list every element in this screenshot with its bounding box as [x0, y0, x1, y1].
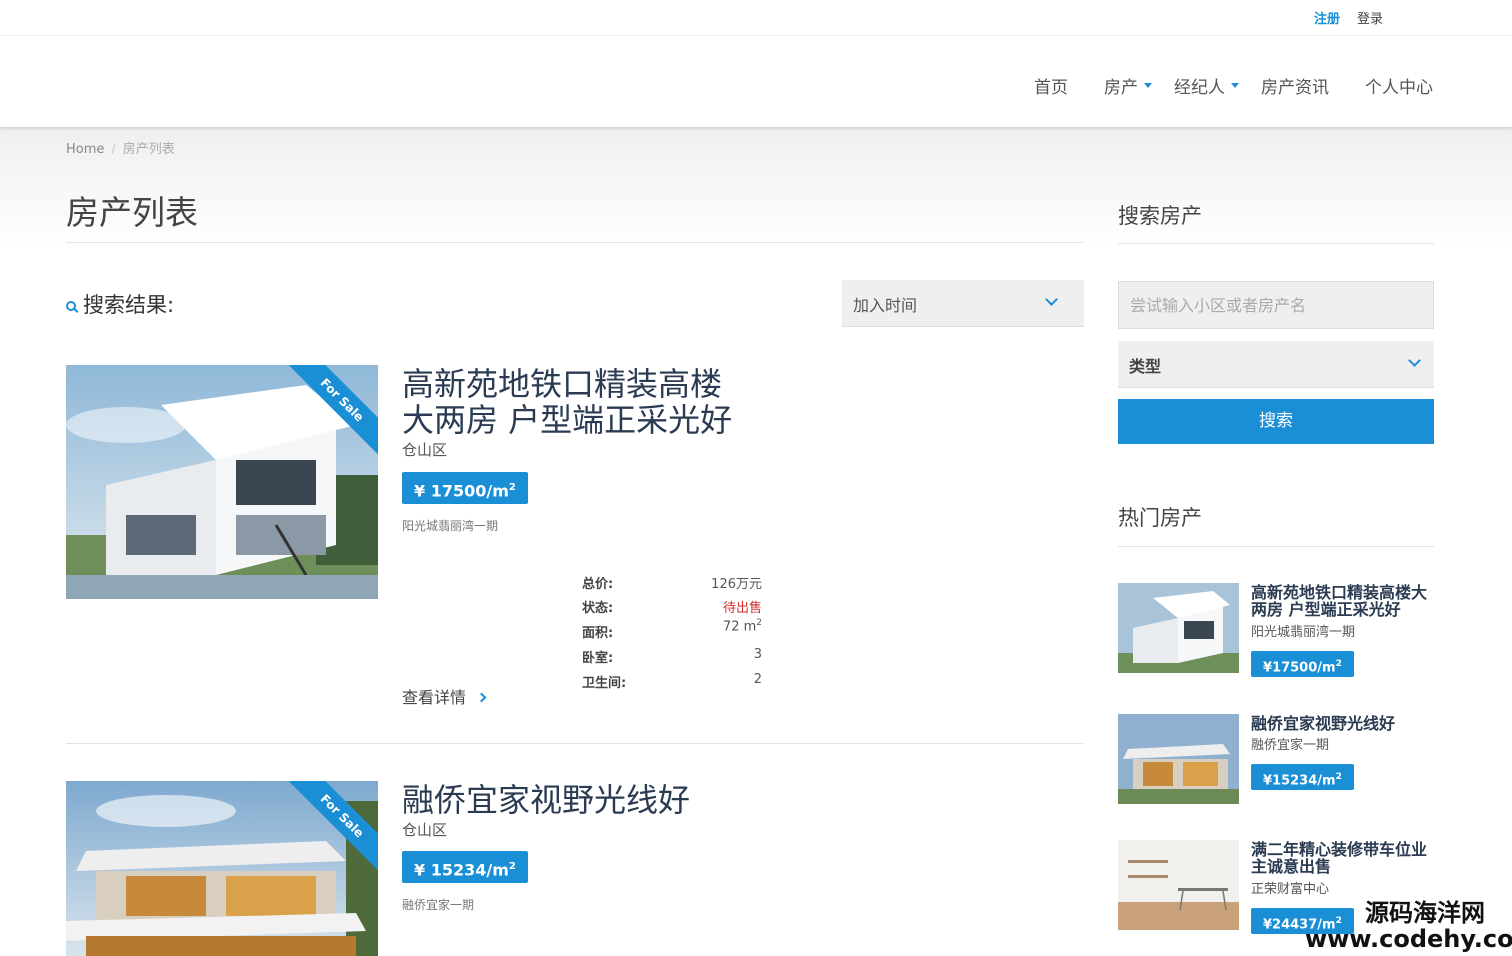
- house-thumbnail: [1118, 714, 1239, 804]
- hot-property-title[interactable]: 高新苑地铁口精装高楼大两房 户型端正采光好: [1251, 584, 1431, 618]
- listing-title-line2: 大两房 户型端正采光好: [402, 401, 733, 439]
- hot-price-badge: ¥15234/m2: [1251, 764, 1354, 790]
- spec-value-total: 126万元: [711, 577, 762, 592]
- spec-value-bedrooms: 3: [753, 647, 762, 662]
- nav-user-center[interactable]: 个人中心: [1365, 73, 1433, 98]
- property-search-input[interactable]: [1119, 282, 1433, 328]
- divider: [1118, 546, 1434, 547]
- register-link[interactable]: 注册: [1314, 8, 1340, 27]
- nav-agent[interactable]: 经纪人: [1174, 73, 1239, 98]
- spec-label-bathrooms: 卫生间:: [582, 676, 627, 691]
- interior-thumbnail: [1118, 840, 1239, 930]
- spec-value-area: 72 m2: [723, 618, 762, 634]
- listing-title[interactable]: 融侨宜家视野光线好: [402, 782, 690, 818]
- hot-price-sup: 2: [1335, 659, 1342, 669]
- listing-title-line1: 高新苑地铁口精装高楼: [402, 365, 723, 403]
- spec-value-area-text: 72 m: [722, 619, 757, 635]
- search-icon: [66, 301, 76, 311]
- search-button[interactable]: 搜索: [1118, 399, 1434, 444]
- view-details-link[interactable]: 查看详情: [402, 684, 487, 708]
- price-badge: ¥ 15234/m2: [402, 851, 528, 883]
- divider: [66, 743, 1083, 744]
- hot-property-title[interactable]: 融侨宜家视野光线好: [1251, 715, 1431, 732]
- spec-value-area-sup: 2: [756, 618, 762, 628]
- spec-label-area: 面积:: [582, 626, 614, 641]
- site-watermark: 源码海洋网 www.codehy.com: [1305, 899, 1512, 952]
- hot-property-community: 正荣财富中心: [1251, 882, 1330, 897]
- spec-label-total: 总价:: [582, 577, 614, 592]
- sort-select-value: 加入时间: [853, 296, 918, 315]
- chevron-right-icon: [476, 692, 487, 703]
- main-nav: 首页 房产 经纪人 房产资讯 个人中心: [0, 37, 1512, 127]
- chevron-down-icon: [1045, 293, 1058, 306]
- hot-property-thumbnail[interactable]: [1118, 714, 1239, 804]
- price-badge: ¥ 17500/m2: [402, 472, 528, 504]
- price-value: ¥ 17500/m: [414, 481, 509, 501]
- hot-price-value: ¥17500/m: [1263, 660, 1336, 676]
- listing-district: 仓山区: [402, 821, 448, 839]
- hot-property-community: 融侨宜家一期: [1251, 738, 1330, 753]
- property-search-field[interactable]: [1118, 281, 1434, 329]
- breadcrumb-home[interactable]: Home: [66, 142, 104, 157]
- results-heading-label: 搜索结果:: [83, 293, 175, 317]
- spec-value-bathrooms: 2: [753, 672, 762, 687]
- type-select-label: 类型: [1129, 357, 1162, 376]
- hot-property-thumbnail[interactable]: [1118, 583, 1239, 673]
- listing-image[interactable]: For Sale: [66, 781, 378, 956]
- listing-community: 融侨宜家一期: [402, 898, 475, 912]
- spec-label-bedrooms: 卧室:: [582, 651, 614, 666]
- hot-property-thumbnail[interactable]: [1118, 840, 1239, 930]
- breadcrumb-current: 房产列表: [122, 142, 175, 157]
- divider: [1118, 243, 1434, 244]
- nav-property-label: 房产: [1104, 78, 1138, 98]
- price-value: ¥ 15234/m: [414, 860, 509, 880]
- listing-title[interactable]: 高新苑地铁口精装高楼 大两房 户型端正采光好: [402, 366, 732, 438]
- hot-price-sup: 2: [1335, 772, 1342, 782]
- login-link[interactable]: 登录: [1357, 8, 1383, 27]
- top-bar: 注册 登录: [0, 0, 1512, 36]
- sidebar-search-title: 搜索房产: [1118, 204, 1202, 228]
- nav-property[interactable]: 房产: [1104, 73, 1152, 98]
- caret-down-icon: [1231, 82, 1239, 88]
- price-unit-sup: 2: [508, 861, 516, 872]
- house-thumbnail: [1118, 583, 1239, 673]
- listing-image[interactable]: For Sale: [66, 365, 378, 599]
- results-heading: 搜索结果:: [66, 289, 174, 319]
- sidebar-hot-title: 热门房产: [1118, 506, 1202, 530]
- view-details-label: 查看详情: [402, 688, 467, 707]
- nav-news[interactable]: 房产资讯: [1261, 73, 1329, 98]
- nav-home[interactable]: 首页: [1034, 73, 1068, 98]
- breadcrumb-separator: /: [111, 142, 116, 157]
- watermark-url: www.codehy.com: [1305, 925, 1512, 953]
- divider: [66, 242, 1083, 243]
- listing-community: 阳光城翡丽湾一期: [402, 519, 499, 533]
- sort-select[interactable]: 加入时间: [842, 280, 1084, 327]
- hot-price-badge: ¥17500/m2: [1251, 651, 1354, 677]
- type-select[interactable]: 类型: [1118, 341, 1434, 388]
- hot-price-value: ¥15234/m: [1263, 773, 1336, 789]
- spec-value-status: 待出售: [722, 601, 762, 616]
- caret-down-icon: [1144, 82, 1152, 88]
- hot-property-community: 阳光城翡丽湾一期: [1251, 625, 1356, 640]
- page-header-background: [0, 127, 1512, 247]
- listing-district: 仓山区: [402, 441, 448, 459]
- price-unit-sup: 2: [508, 482, 516, 493]
- hot-property-title[interactable]: 满二年精心装修带车位业主诚意出售: [1251, 841, 1431, 875]
- nav-agent-label: 经纪人: [1174, 78, 1225, 98]
- page-title: 房产列表: [66, 193, 198, 232]
- breadcrumb: Home / 房产列表: [66, 138, 175, 157]
- watermark-cn: 源码海洋网: [1365, 899, 1485, 927]
- chevron-down-icon: [1408, 354, 1421, 367]
- spec-label-status: 状态:: [582, 601, 614, 616]
